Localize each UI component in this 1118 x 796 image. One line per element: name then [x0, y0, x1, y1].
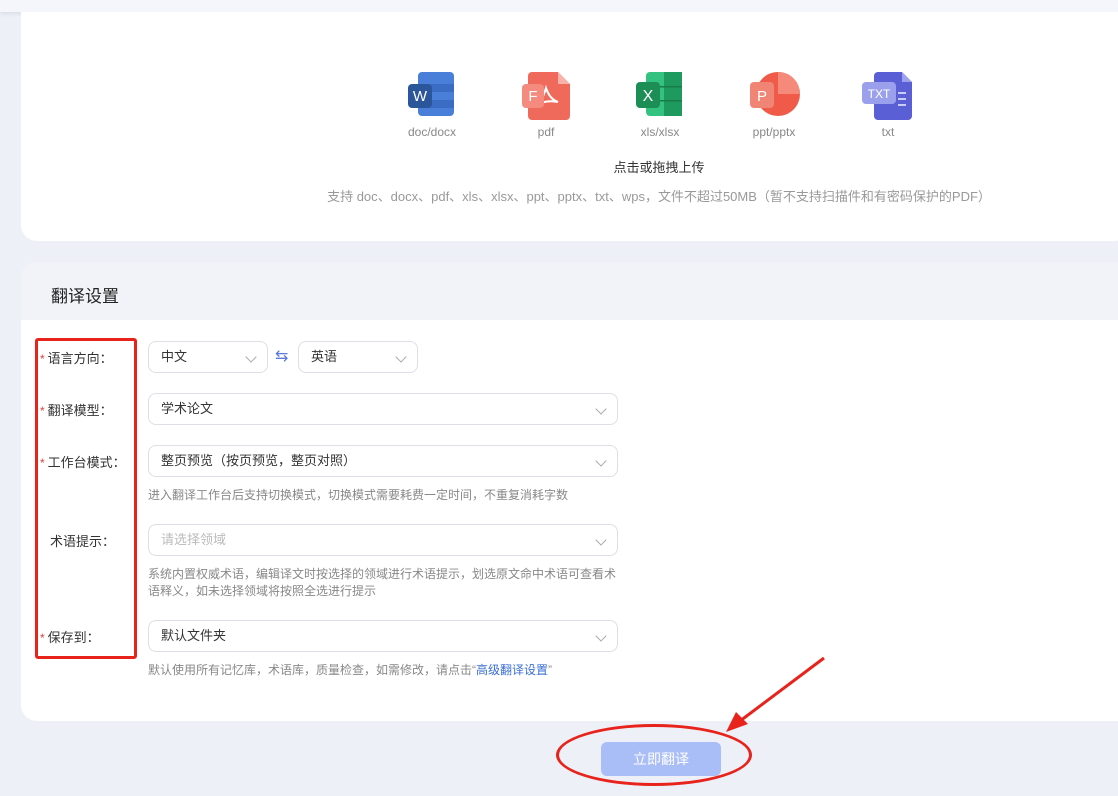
- file-type-label: xls/xlsx: [640, 125, 680, 139]
- file-type-txt: TXT txt: [848, 70, 928, 139]
- upload-support-text: 支持 doc、docx、pdf、xls、xlsx、ppt、pptx、txt、wp…: [327, 189, 991, 204]
- save-folder-value: 默认文件夹: [161, 628, 227, 643]
- top-strip: [0, 0, 1118, 12]
- settings-title: 翻译设置: [51, 287, 119, 306]
- file-type-xls: X xls/xlsx: [620, 70, 700, 139]
- upload-dropzone[interactable]: W doc/docx F pdf X xls/xlsx P ppt/pptx T…: [21, 12, 1118, 241]
- powerpoint-icon: P: [746, 70, 802, 120]
- model-value: 学术论文: [161, 401, 214, 416]
- chevron-down-icon: [595, 534, 607, 546]
- settings-header: 翻译设置: [21, 262, 1118, 320]
- source-language-select[interactable]: 中文: [148, 341, 268, 373]
- pdf-icon-letter: F: [528, 88, 537, 105]
- save-hint-text: 默认使用所有记忆库，术语库，质量检查，如需修改，请点击“: [148, 663, 476, 677]
- excel-icon-letter: X: [643, 88, 654, 105]
- pdf-icon: F: [518, 70, 574, 120]
- powerpoint-icon-letter: P: [757, 88, 767, 105]
- target-language-value: 英语: [311, 349, 338, 364]
- terminology-hint-line: 语释义，如未选择领域将按照全选进行提示: [148, 584, 377, 598]
- terminology-hint-line: 系统内置权威术语，编辑译文时按选择的领域进行术语提示，划选原文命中术语可查看术: [148, 567, 617, 581]
- translation-settings-card: 翻译设置 * 语言方向： 中文 ⇆ 英语 * 翻译模型： 学术论文 * 工作台模式： …: [21, 262, 1118, 721]
- terminology-hint: 系统内置权威术语，编辑译文时按选择的领域进行术语提示，划选原文命中术语可查看术 …: [148, 566, 628, 600]
- file-type-pdf: F pdf: [506, 70, 586, 139]
- save-to-hint: 默认使用所有记忆库，术语库，质量检查，如需修改，请点击“高级翻译设置”: [148, 662, 628, 679]
- file-type-list: W doc/docx F pdf X xls/xlsx P ppt/pptx T…: [21, 70, 1118, 160]
- swap-language-icon[interactable]: ⇆: [275, 346, 288, 366]
- model-select[interactable]: 学术论文: [148, 393, 618, 425]
- file-type-label: pdf: [537, 125, 555, 139]
- chevron-down-icon: [595, 403, 607, 415]
- file-type-doc: W doc/docx: [392, 70, 472, 139]
- chevron-down-icon: [595, 455, 607, 467]
- chevron-down-icon: [595, 630, 607, 642]
- word-icon-letter: W: [413, 88, 428, 105]
- terminology-placeholder: 请选择领域: [161, 532, 227, 547]
- file-type-label: txt: [881, 125, 895, 139]
- source-language-value: 中文: [161, 349, 188, 364]
- save-hint-suffix: ”: [548, 663, 553, 677]
- annotation-red-box: [35, 338, 137, 659]
- file-type-label: doc/docx: [407, 125, 457, 139]
- file-type-label: ppt/pptx: [752, 125, 796, 139]
- workspace-mode-select[interactable]: 整页预览（按页预览，整页对照）: [148, 445, 618, 477]
- target-language-select[interactable]: 英语: [298, 341, 418, 373]
- workspace-mode-value: 整页预览（按页预览，整页对照）: [161, 453, 357, 468]
- txt-icon-letter: TXT: [868, 87, 891, 101]
- txt-icon: TXT: [860, 70, 916, 120]
- excel-icon: X: [632, 70, 688, 120]
- chevron-down-icon: [395, 351, 407, 363]
- terminology-domain-select[interactable]: 请选择领域: [148, 524, 618, 556]
- word-icon: W: [404, 70, 460, 120]
- workspace-mode-hint: 进入翻译工作台后支持切换模式，切换模式需要耗费一定时间，不重复消耗字数: [148, 488, 569, 502]
- annotation-red-arrow: [726, 656, 825, 732]
- chevron-down-icon: [245, 351, 257, 363]
- advanced-settings-link[interactable]: 高级翻译设置: [476, 663, 548, 677]
- file-type-ppt: P ppt/pptx: [734, 70, 814, 139]
- upload-hint: 点击或拖拽上传: [613, 160, 705, 175]
- save-folder-select[interactable]: 默认文件夹: [148, 620, 618, 652]
